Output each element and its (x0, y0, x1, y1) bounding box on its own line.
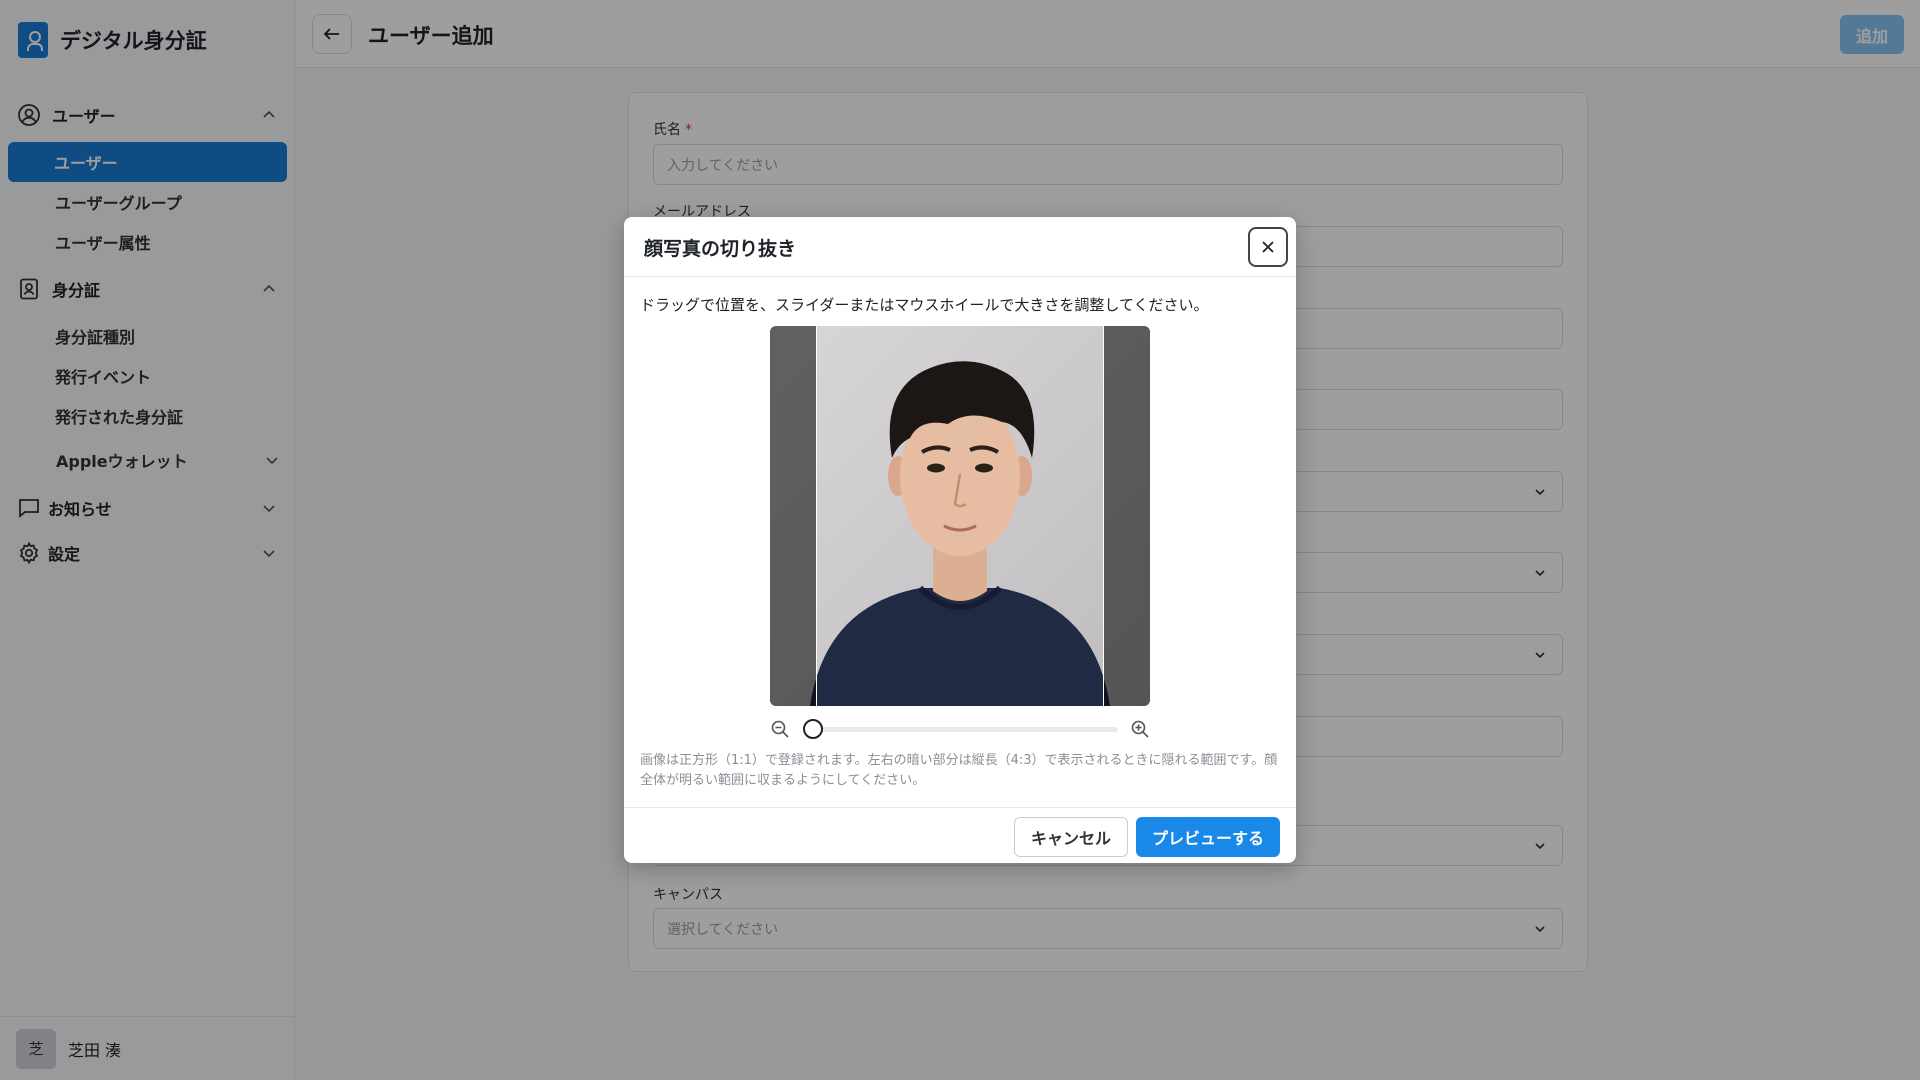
close-button[interactable] (1248, 227, 1288, 267)
crop-help-text: 画像は正方形（1:1）で登録されます。左右の暗い部分は縦長（4:3）で表示される… (640, 753, 1278, 788)
crop-mask-left (770, 326, 817, 706)
portrait-photo (770, 326, 1150, 706)
photo-crop-dialog: 顔写真の切り抜き ドラッグで位置を、スライダーまたはマウスホイールで大きさを調整… (624, 217, 1296, 863)
crop-mask-right (1103, 326, 1150, 706)
zoom-slider-track[interactable] (804, 727, 1118, 732)
zoom-control (770, 717, 1150, 741)
dialog-footer: キャンセル プレビューする (624, 807, 1296, 863)
dialog-title: 顔写真の切り抜き (644, 238, 797, 260)
dialog-header: 顔写真の切り抜き (624, 217, 1296, 277)
dialog-description: ドラッグで位置を、スライダーまたはマウスホイールで大きさを調整してください。 (640, 296, 1209, 314)
cancel-button[interactable]: キャンセル (1014, 817, 1128, 857)
zoom-slider-thumb[interactable] (803, 719, 824, 739)
zoom-out-icon[interactable] (770, 719, 790, 739)
close-icon (1262, 241, 1274, 253)
zoom-in-icon[interactable] (1130, 719, 1150, 739)
preview-button[interactable]: プレビューする (1136, 817, 1280, 857)
photo-crop-area[interactable] (770, 326, 1150, 706)
